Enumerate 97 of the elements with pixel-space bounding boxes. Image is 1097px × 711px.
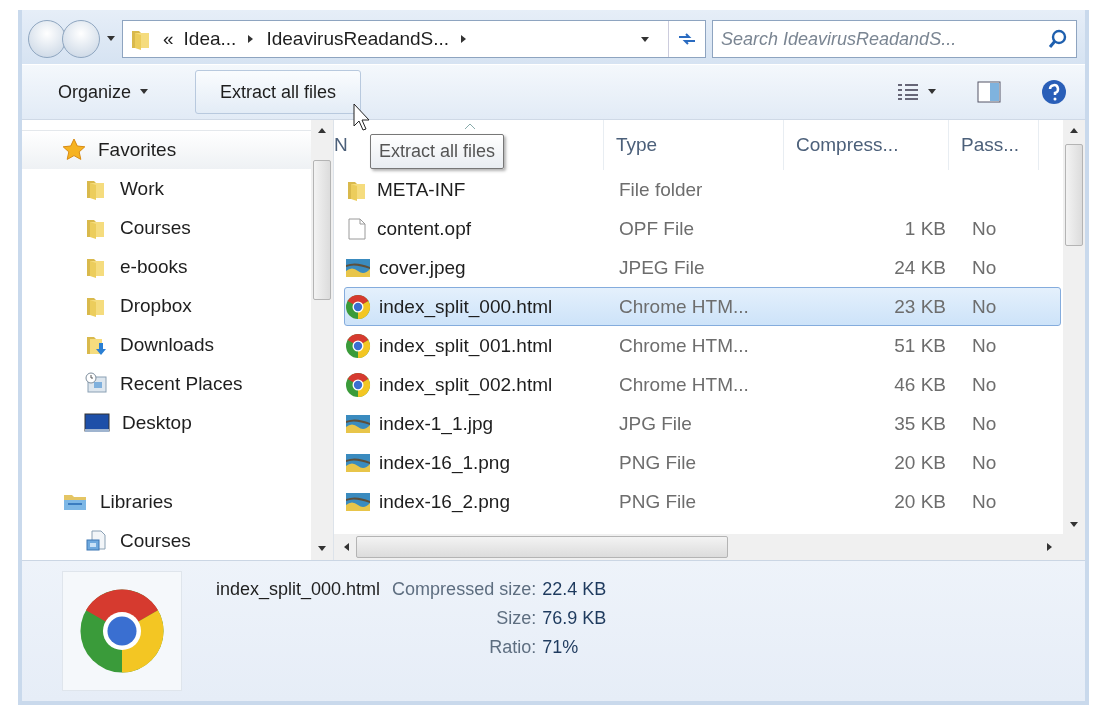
file-name: index_split_000.html	[345, 293, 615, 320]
navigation-item[interactable]: Recent Places	[22, 364, 311, 403]
scrollbar-thumb[interactable]	[356, 536, 728, 558]
file-row[interactable]: index_split_002.html Chrome HTM... 46 KB No	[344, 365, 1061, 404]
file-icon	[345, 216, 369, 241]
forward-button[interactable]	[62, 20, 100, 59]
recent-places-icon	[84, 371, 108, 396]
compressed-size: 20 KB	[893, 490, 947, 513]
property-value: 22.4 KB	[542, 579, 607, 600]
file-name: index_split_001.html	[345, 332, 615, 359]
file-type: JPEG File	[618, 256, 706, 279]
compressed-size: 1 KB	[903, 217, 947, 240]
file-row[interactable]: index_split_000.html Chrome HTM... 23 KB No	[344, 287, 1061, 326]
file-name: cover.jpeg	[345, 255, 615, 280]
file-type: File folder	[618, 178, 704, 201]
navigation-item[interactable]: Desktop	[22, 403, 311, 442]
view-options-button[interactable]	[897, 83, 937, 102]
property-label: Compressed size:	[392, 579, 537, 600]
compressed-size: 51 KB	[893, 334, 947, 357]
column-header[interactable]: Compress...	[784, 120, 949, 170]
chrome-icon	[345, 293, 371, 320]
column-header[interactable]: Pass...	[949, 120, 1039, 170]
navigation-group-header[interactable]: Libraries	[22, 482, 311, 521]
scroll-up-icon	[1069, 126, 1079, 136]
file-name: index_split_002.html	[345, 371, 615, 398]
file-type: PNG File	[618, 451, 698, 474]
preview-pane-icon[interactable]	[977, 81, 1001, 104]
navigation-group-header[interactable]: Favorites	[22, 130, 311, 169]
password-protected: No	[971, 256, 998, 279]
compressed-size: 23 KB	[893, 295, 947, 318]
extract-all-files-button[interactable]: Extract all files	[195, 70, 362, 115]
sort-ascending-icon	[464, 122, 476, 130]
navigation-item[interactable]: Downloads	[22, 325, 311, 364]
breadcrumb-item[interactable]: Idea...	[183, 28, 237, 51]
file-type: Chrome HTM...	[618, 295, 750, 318]
search-icon	[1048, 29, 1068, 50]
help-icon[interactable]	[1041, 79, 1067, 106]
star-icon	[62, 138, 86, 162]
column-header[interactable]: Type	[604, 120, 784, 170]
password-protected: No	[971, 295, 998, 318]
file-type: Chrome HTM...	[618, 334, 750, 357]
password-protected: No	[971, 217, 998, 240]
chrome-icon	[345, 332, 371, 359]
file-name: index-16_2.png	[345, 489, 615, 514]
desktop-icon	[84, 411, 110, 434]
property-value: 71%	[542, 637, 580, 658]
password-protected: No	[971, 490, 998, 513]
scroll-left-icon	[342, 542, 352, 552]
compressed-size: 20 KB	[893, 451, 947, 474]
file-name: index_split_000.html	[216, 579, 382, 600]
file-type: JPG File	[618, 412, 693, 435]
breadcrumb-item[interactable]: IdeavirusReadandS...	[266, 28, 450, 51]
password-protected: No	[971, 334, 998, 357]
file-row[interactable]: META-INF File folder	[344, 170, 1061, 209]
search-field[interactable]: Search IdeavirusReadandS...	[712, 20, 1077, 59]
vertical-scrollbar[interactable]	[311, 120, 333, 560]
file-row[interactable]: content.opf OPF File 1 KB No	[344, 209, 1061, 248]
navigation-item[interactable]: Work	[22, 169, 311, 208]
tooltip: Extract all files	[370, 134, 505, 169]
navigation-item[interactable]: Courses	[22, 208, 311, 247]
file-name: META-INF	[345, 177, 615, 202]
compressed-size: 35 KB	[893, 412, 947, 435]
horizontal-scrollbar[interactable]	[334, 534, 1063, 560]
file-name: content.opf	[345, 216, 615, 241]
property-value: 76.9 KB	[542, 608, 607, 629]
file-row[interactable]: index-16_1.png PNG File 20 KB No	[344, 443, 1061, 482]
password-protected: No	[971, 373, 998, 396]
file-type: PNG File	[618, 490, 698, 513]
organize-button[interactable]: Organize	[58, 81, 150, 103]
file-row[interactable]: index-16_2.png PNG File 20 KB No	[344, 482, 1061, 521]
file-row[interactable]: index-1_1.jpg JPG File 35 KB No	[344, 404, 1061, 443]
address-bar[interactable]: « Idea... IdeavirusReadandS...	[122, 20, 706, 59]
list-view-icon	[897, 83, 919, 102]
chrome-icon	[345, 371, 371, 398]
compressed-size: 24 KB	[893, 256, 947, 279]
password-protected: No	[971, 451, 998, 474]
scrollbar-thumb[interactable]	[313, 160, 331, 300]
file-name: index-1_1.jpg	[345, 411, 615, 436]
property-label: Ratio:	[488, 637, 537, 658]
file-type: OPF File	[618, 217, 695, 240]
search-placeholder: Search IdeavirusReadandS...	[721, 28, 957, 50]
file-name: index-16_1.png	[345, 450, 615, 475]
back-button[interactable]	[28, 20, 66, 59]
file-row[interactable]: cover.jpeg JPEG File 24 KB No	[344, 248, 1061, 287]
document-library-icon	[84, 528, 108, 553]
navigation-item[interactable]: e-books	[22, 247, 311, 286]
navigation-item[interactable]: Courses	[22, 521, 311, 560]
scroll-up-icon	[317, 126, 327, 136]
navigation-item[interactable]: Dropbox	[22, 286, 311, 325]
property-label: Size:	[495, 608, 537, 629]
vertical-scrollbar[interactable]	[1063, 120, 1085, 560]
password-protected: No	[971, 412, 998, 435]
file-row[interactable]: index_split_001.html Chrome HTM... 51 KB No	[344, 326, 1061, 365]
compressed-size: 46 KB	[893, 373, 947, 396]
file-type: Chrome HTM...	[618, 373, 750, 396]
scrollbar-thumb[interactable]	[1065, 144, 1083, 246]
overflow-chevron[interactable]: «	[163, 28, 174, 51]
